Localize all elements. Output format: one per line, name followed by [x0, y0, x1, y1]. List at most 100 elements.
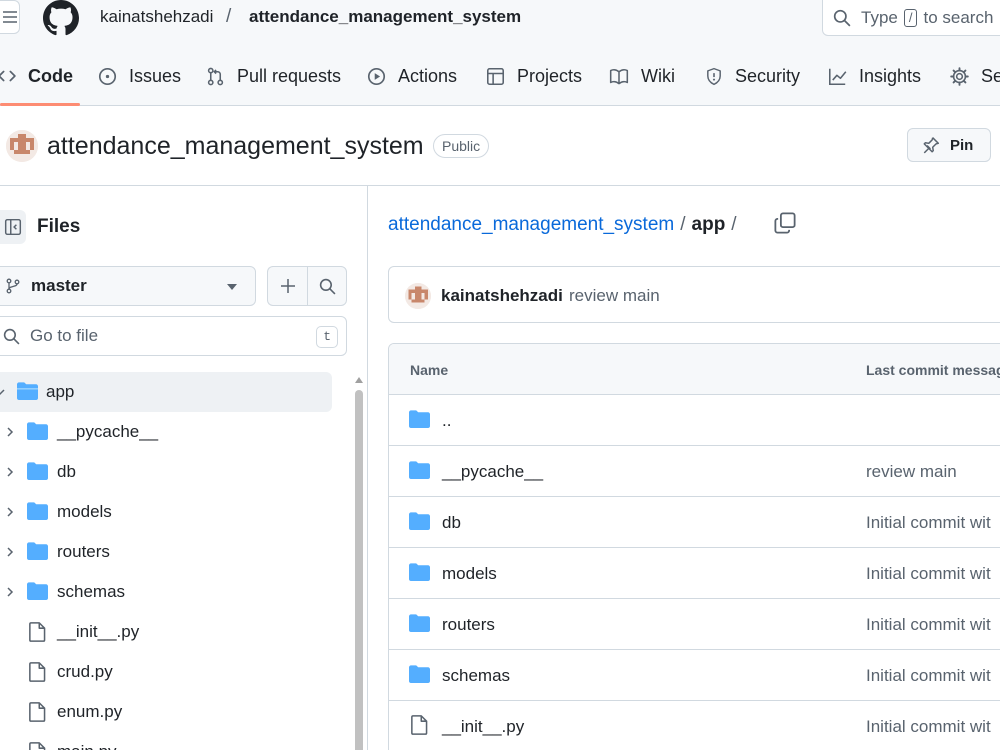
tab-projects[interactable]: Projects [486, 56, 582, 106]
tab-actions[interactable]: Actions [367, 56, 457, 106]
table-row[interactable]: schemas Initial commit wit [389, 650, 1000, 701]
row-name[interactable]: db [442, 513, 461, 533]
tree-item-routers[interactable]: routers [0, 532, 332, 572]
tree-item-label: main.py [57, 742, 117, 750]
go-to-file-input[interactable] [30, 326, 300, 346]
row-name[interactable]: __pycache__ [442, 462, 543, 482]
branch-selector[interactable]: master [0, 266, 256, 306]
row-commit-message[interactable]: Initial commit wit [866, 666, 991, 686]
latest-commit-box: kainatshehzadi review main [388, 266, 1000, 323]
shield-icon [707, 67, 721, 86]
tab-label: Se [981, 66, 1000, 86]
search-icon [3, 328, 20, 345]
sidebar-scrollbar[interactable] [352, 372, 366, 750]
repo-link[interactable]: attendance_management_system [249, 7, 521, 27]
row-commit-message[interactable]: Initial commit wit [866, 615, 991, 635]
tab-wiki[interactable]: Wiki [609, 56, 675, 106]
folder-open-icon [17, 382, 38, 401]
file-icon [29, 662, 46, 682]
tab-label: Projects [517, 66, 583, 86]
tab-security[interactable]: Security [705, 56, 800, 106]
tab-label: Pull requests [237, 66, 342, 86]
folder-icon [27, 422, 48, 441]
scroll-up-arrow-icon[interactable] [354, 376, 364, 384]
table-row[interactable]: models Initial commit wit [389, 548, 1000, 599]
path-root-link[interactable]: attendance_management_system [388, 214, 674, 236]
global-search[interactable]: Type / to search [822, 0, 1000, 36]
row-commit-message[interactable]: Initial commit wit [866, 513, 991, 533]
folder-icon [409, 563, 430, 582]
tree-item-main-py[interactable]: main.py [0, 732, 332, 750]
commit-message[interactable]: review main [569, 286, 660, 306]
tree-item-models[interactable]: models [0, 492, 332, 532]
owner-avatar[interactable] [6, 130, 38, 162]
tab-issues[interactable]: Issues [98, 56, 181, 106]
go-to-file-field[interactable]: t [0, 316, 347, 356]
scrollbar-thumb[interactable] [355, 390, 363, 750]
tab-code[interactable]: Code [0, 56, 73, 106]
folder-icon [27, 462, 48, 481]
tab-pull-requests[interactable]: Pull requests [206, 56, 341, 106]
path-trailing-separator: / [731, 214, 737, 235]
add-file-button[interactable] [267, 266, 307, 306]
tree-item-label: __init__.py [57, 622, 140, 641]
folder-icon [409, 665, 430, 684]
row-commit-message[interactable]: review main [866, 462, 957, 482]
tab-insights[interactable]: Insights [828, 56, 921, 106]
table-row[interactable]: db Initial commit wit [389, 497, 1000, 548]
row-name[interactable]: schemas [442, 666, 510, 686]
search-files-button[interactable] [307, 266, 347, 306]
copy-path-button[interactable] [774, 212, 800, 238]
repo-tabs: Code Issues Pull requests Actions Projec… [0, 56, 1000, 106]
repo-title[interactable]: attendance_management_system [47, 132, 424, 161]
file-path-breadcrumb: attendance_management_system / app / [388, 214, 743, 236]
tree-item-label: enum.py [57, 702, 123, 721]
play-icon [367, 67, 386, 86]
tree-item-crud-py[interactable]: crud.py [0, 652, 332, 692]
row-name[interactable]: models [442, 564, 497, 584]
tree-item-enum-py[interactable]: enum.py [0, 692, 332, 732]
tree-item-label: schemas [57, 582, 126, 601]
row-name[interactable]: .. [442, 411, 451, 431]
graph-icon [829, 68, 847, 85]
tree-item-label: crud.py [57, 662, 113, 681]
chevron-right-icon [7, 507, 14, 517]
table-row[interactable]: routers Initial commit wit [389, 599, 1000, 650]
tree-item-pycache[interactable]: __pycache__ [0, 412, 332, 452]
tree-item-label: app [46, 382, 75, 401]
table-row[interactable]: __init__.py Initial commit wit [389, 701, 1000, 750]
folder-icon [27, 582, 48, 601]
folder-icon [409, 512, 430, 531]
commit-author-avatar[interactable] [405, 283, 431, 309]
pin-button[interactable]: Pin [907, 128, 991, 162]
search-suffix: to search [923, 7, 994, 27]
caret-down-icon [227, 284, 237, 290]
search-shortcut-key: / [903, 8, 918, 27]
folder-icon [409, 410, 430, 429]
table-row[interactable]: .. [389, 395, 1000, 446]
tree-item-db[interactable]: db [0, 452, 332, 492]
git-branch-icon [6, 278, 20, 294]
collapse-sidebar-button[interactable] [0, 210, 26, 244]
table-row[interactable]: __pycache__ review main [389, 446, 1000, 497]
menu-button[interactable] [0, 0, 20, 34]
owner-link[interactable]: kainatshehzadi [100, 7, 213, 27]
tree-item-app[interactable]: app [0, 372, 332, 412]
commit-author[interactable]: kainatshehzadi [441, 286, 563, 306]
book-icon [609, 69, 629, 85]
breadcrumb-separator: / [226, 6, 232, 27]
path-current: app [691, 214, 726, 235]
tab-settings[interactable]: Se [950, 56, 1000, 106]
row-commit-message[interactable]: Initial commit wit [866, 564, 991, 584]
row-commit-message[interactable]: Initial commit wit [866, 717, 991, 737]
table-icon [487, 68, 504, 85]
git-pull-request-icon [207, 67, 224, 86]
row-name[interactable]: routers [442, 615, 495, 635]
row-name[interactable]: __init__.py [442, 717, 524, 737]
tree-item-init-py[interactable]: __init__.py [0, 612, 332, 652]
github-logo-icon[interactable] [42, 0, 80, 36]
tree-item-schemas[interactable]: schemas [0, 572, 332, 612]
files-heading: Files [37, 216, 81, 237]
chevron-right-icon [7, 467, 14, 477]
file-icon [29, 622, 46, 642]
